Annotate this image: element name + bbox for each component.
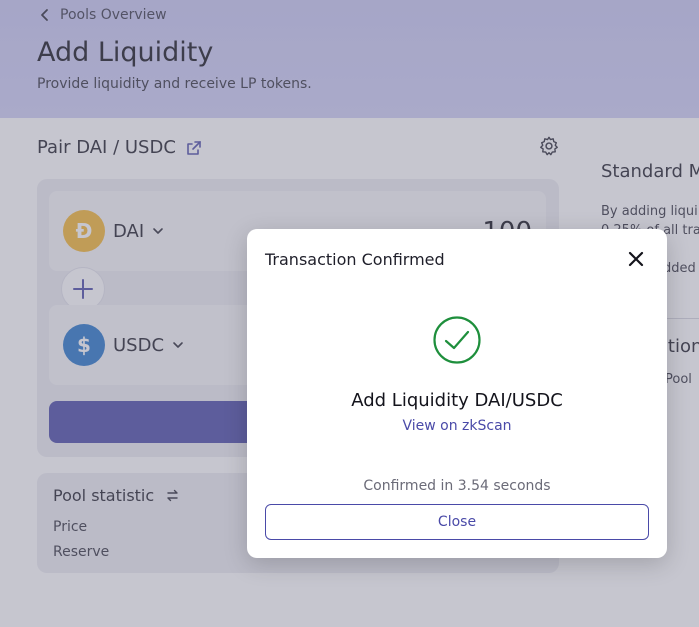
modal-title: Transaction Confirmed [265,250,445,269]
success-check-icon [433,316,481,364]
modal-heading: Add Liquidity DAI/USDC [351,390,563,411]
view-on-zkscan-link[interactable]: View on zkScan [247,418,667,434]
close-icon[interactable] [627,250,645,268]
transaction-confirmed-modal: Transaction Confirmed Add Liquidity DAI/… [247,229,667,558]
confirmation-time: Confirmed in 3.54 seconds [363,478,551,494]
close-button[interactable]: Close [265,504,649,540]
add-liquidity-page: Pools Overview Add Liquidity Provide liq… [0,0,699,627]
